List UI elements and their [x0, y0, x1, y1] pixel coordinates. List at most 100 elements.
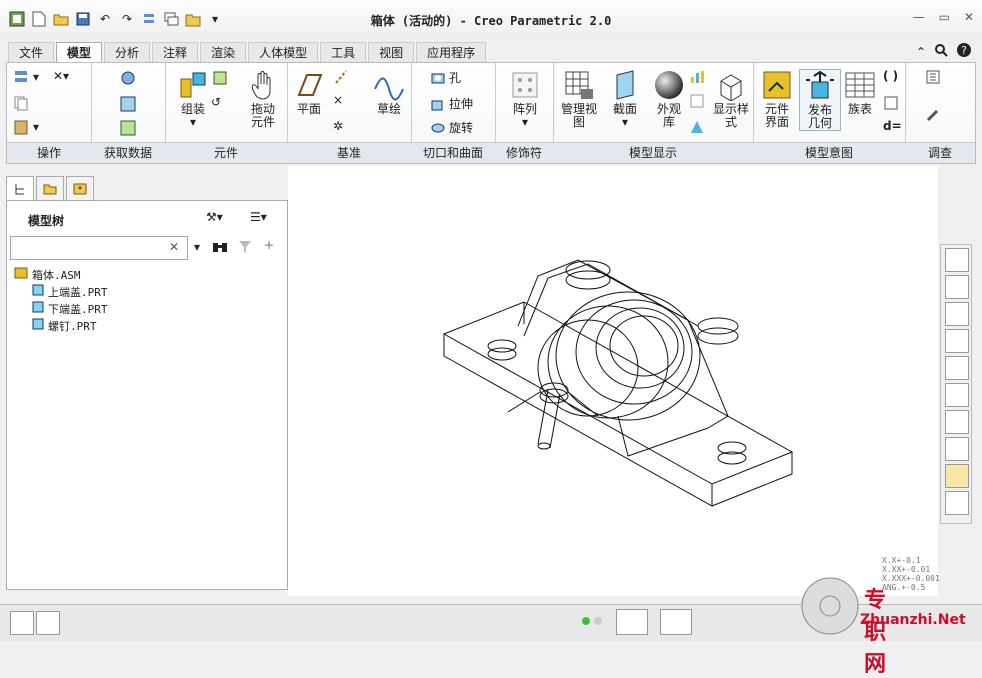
clear-search-icon[interactable]: ✕	[169, 240, 179, 254]
delete-icon[interactable]: ✕▾	[53, 69, 69, 83]
tab-model[interactable]: 模型	[56, 42, 103, 63]
tree-item-part[interactable]: 上端盖.PRT	[14, 283, 108, 300]
tab-manikin[interactable]: 人体模型	[248, 42, 319, 63]
relations-icon[interactable]: ( )	[883, 69, 898, 83]
tab-view[interactable]: 视图	[368, 42, 415, 63]
copy-geometry-icon[interactable]	[119, 95, 137, 113]
tab-applications[interactable]: 应用程序	[416, 42, 487, 63]
navigator-tabs: *	[6, 176, 94, 202]
paste-icon[interactable]: ▾	[13, 119, 39, 135]
perspective-icon[interactable]	[689, 119, 705, 135]
add-column-icon[interactable]: +	[264, 238, 274, 252]
tree-item-part[interactable]: 螺钉.PRT	[14, 317, 108, 334]
folder-browser-tab-icon[interactable]	[36, 176, 64, 202]
datum-display-icon[interactable]	[945, 437, 969, 461]
plane-button[interactable]: 平面	[291, 69, 327, 116]
view-manager-icon[interactable]	[945, 410, 969, 434]
find-binoculars-icon[interactable]	[212, 240, 228, 257]
title-bar: ↶ ↷ ▾ 箱体 (活动的) - Creo Parametric 2.0 — ▭…	[0, 0, 982, 40]
search-dropdown-icon[interactable]: ▾	[194, 240, 200, 254]
model-player-icon[interactable]	[925, 69, 941, 85]
zoom-in-icon[interactable]	[945, 275, 969, 299]
navigator-toggle-icon[interactable]	[10, 611, 34, 635]
browser-toggle-icon[interactable]	[36, 611, 60, 635]
shrinkwrap-icon[interactable]	[119, 119, 137, 137]
annotation-display-icon[interactable]	[945, 464, 969, 488]
zoom-out-icon[interactable]	[945, 302, 969, 326]
user-defined-feature-icon[interactable]	[119, 69, 137, 87]
publish-geometry-button[interactable]: 发布 几何	[799, 69, 841, 131]
tab-file[interactable]: 文件	[8, 42, 55, 63]
copy-icon[interactable]	[13, 95, 29, 111]
pattern-button[interactable]: 阵列 ▾	[505, 69, 545, 129]
model-tree: 箱体.ASM 上端盖.PRT 下端盖.PRT 螺钉.PRT	[14, 266, 108, 334]
tree-settings-icon[interactable]: ⚒▾	[206, 210, 223, 224]
part-icon	[32, 318, 44, 333]
tree-columns-icon[interactable]: ☰▾	[250, 210, 267, 224]
grid-display-icon[interactable]	[689, 93, 705, 109]
display-style-button[interactable]: 显示样 式	[711, 69, 751, 129]
group-model-display: 管理视 图 截面 ▾ 外观 库 显示样 式 模型显示	[553, 63, 754, 163]
coordinate-system-icon[interactable]: ✲	[333, 119, 343, 133]
publish-geometry-icon	[804, 70, 836, 102]
status-dot-icon	[594, 617, 602, 625]
group-label-get-data: 获取数据	[91, 142, 165, 163]
favorites-tab-icon[interactable]: *	[66, 176, 94, 202]
section-button[interactable]: 截面 ▾	[605, 69, 645, 129]
graphics-window[interactable]	[288, 166, 938, 596]
model-tree-header: 模型树 ⚒▾ ☰▾	[6, 204, 286, 232]
refit-icon[interactable]	[945, 248, 969, 272]
group-modifiers: 阵列 ▾ 修饰符	[495, 63, 554, 163]
axis-icon[interactable]	[333, 69, 349, 85]
search-icon[interactable]	[934, 43, 948, 60]
point-icon[interactable]: ×	[333, 93, 343, 107]
maximize-icon[interactable]: ▭	[939, 10, 950, 24]
hole-icon	[431, 71, 445, 85]
group-label-investigate: 调查	[905, 142, 975, 163]
revolve-button[interactable]: 旋转	[431, 119, 473, 136]
display-style-icon[interactable]	[945, 356, 969, 380]
tab-analysis[interactable]: 分析	[104, 42, 151, 63]
model-tree-tab-icon[interactable]	[6, 176, 34, 202]
revolve-icon	[431, 121, 445, 135]
component-interface-button[interactable]: 元件 界面	[757, 69, 797, 129]
hole-button[interactable]: 孔	[431, 69, 461, 86]
window-title: 箱体 (活动的) - Creo Parametric 2.0	[370, 14, 612, 28]
help-icon[interactable]: ?	[956, 42, 972, 61]
manage-views-button[interactable]: 管理视 图	[559, 69, 599, 129]
group-label-datum: 基准	[287, 142, 411, 163]
ribbon: ▾ ✕▾ ▾ 操作 获取数据 组装 ▾ ↺ 拖动 元件 元件 平面 × ✲ 草绘…	[6, 62, 976, 164]
saved-orientations-icon[interactable]	[945, 383, 969, 407]
collapse-ribbon-icon[interactable]: ⌃	[916, 45, 926, 59]
tab-annotate[interactable]: 注释	[152, 42, 199, 63]
sketch-button[interactable]: 草绘	[371, 69, 407, 116]
tree-item-assembly[interactable]: 箱体.ASM	[14, 266, 108, 283]
display-chart-icon[interactable]	[689, 69, 705, 85]
close-icon[interactable]: ✕	[964, 10, 974, 24]
assemble-button[interactable]: 组装 ▾	[171, 69, 215, 129]
repaint-icon[interactable]	[945, 329, 969, 353]
parameters-icon[interactable]	[883, 95, 899, 111]
appearance-gallery-button[interactable]: 外观 库	[649, 69, 689, 129]
spin-center-icon[interactable]	[945, 491, 969, 515]
group-label-model-display: 模型显示	[553, 142, 753, 163]
tree-item-part[interactable]: 下端盖.PRT	[14, 300, 108, 317]
drag-component-button[interactable]: 拖动 元件	[243, 69, 283, 129]
find-icon[interactable]	[616, 609, 648, 635]
model-tree-title: 模型树	[28, 214, 65, 228]
filter-icon[interactable]	[238, 240, 252, 257]
selection-filter-icon[interactable]	[660, 609, 692, 635]
minimize-icon[interactable]: —	[913, 10, 925, 24]
extrude-icon	[431, 97, 445, 111]
repeat-icon[interactable]: ↺	[211, 95, 221, 109]
switch-dimensions-icon[interactable]: d=	[883, 119, 902, 133]
reference-viewer-icon[interactable]	[925, 107, 941, 123]
regenerate-small-icon[interactable]: ▾	[13, 69, 39, 85]
create-component-icon[interactable]	[211, 69, 229, 87]
extrude-button[interactable]: 拉伸	[431, 95, 473, 112]
tab-tools[interactable]: 工具	[320, 42, 367, 63]
tab-render[interactable]: 渲染	[200, 42, 247, 63]
tree-search-input[interactable]: ✕	[10, 236, 188, 260]
family-table-button[interactable]: 族表	[843, 69, 877, 116]
manage-views-icon	[563, 69, 595, 101]
